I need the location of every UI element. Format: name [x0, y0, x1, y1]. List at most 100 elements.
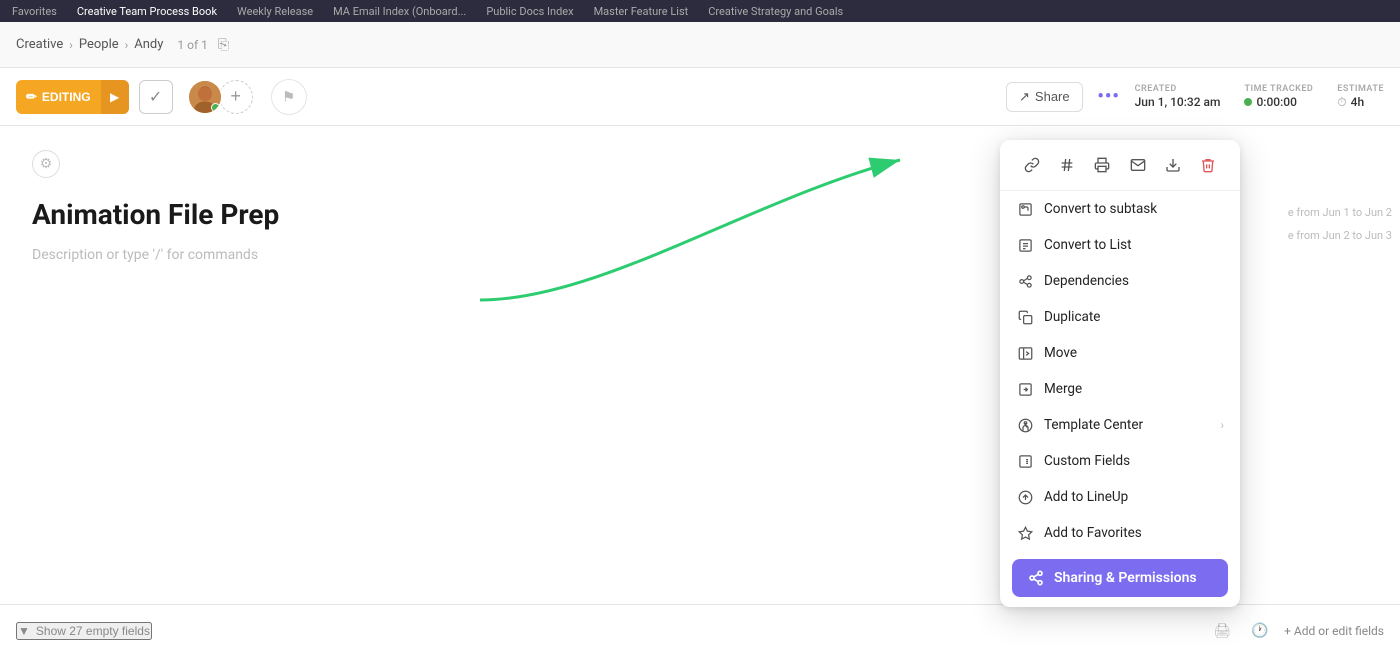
dropdown-icons-row	[1000, 140, 1240, 191]
hash-icon	[1059, 157, 1075, 173]
show-fields-label: Show 27 empty fields	[36, 624, 150, 638]
link-icon-btn[interactable]	[1017, 150, 1047, 180]
dependency-icon	[1016, 272, 1034, 290]
show-fields-arrow: ▼	[18, 624, 30, 638]
editing-label: ✏ EDITING	[16, 89, 101, 105]
created-value: Jun 1, 10:32 am	[1135, 95, 1221, 109]
nav-item-creative-strategy[interactable]: Creative Strategy and Goals	[708, 5, 843, 18]
created-meta: CREATED Jun 1, 10:32 am	[1135, 84, 1221, 109]
custom-fields-icon	[1016, 452, 1034, 470]
download-icon-btn[interactable]	[1158, 150, 1188, 180]
timer-dot	[1244, 98, 1252, 106]
hash-icon-btn[interactable]	[1052, 150, 1082, 180]
side-note-2: e from Jun 2 to Jun 3	[1288, 229, 1400, 242]
favorites-icon	[1016, 524, 1034, 542]
checkmark-icon: ✓	[149, 87, 162, 107]
time-tracked-value: 0:00:00	[1256, 95, 1296, 109]
duplicate-item[interactable]: Duplicate	[1000, 299, 1240, 335]
print-icon-btn-dropdown[interactable]	[1087, 150, 1117, 180]
dependencies-item[interactable]: Dependencies	[1000, 263, 1240, 299]
nav-item-creative-book[interactable]: Creative Team Process Book	[77, 5, 217, 18]
dropdown-menu: Convert to subtask Convert to List Depen…	[1000, 140, 1240, 607]
copy-icon[interactable]: ⎘	[218, 37, 229, 53]
editing-button[interactable]: ✏ EDITING ▶	[16, 80, 129, 114]
merge-item[interactable]: Merge	[1000, 371, 1240, 407]
toolbar-right: ↗ Share ••• CREATED Jun 1, 10:32 am TIME…	[1006, 81, 1384, 113]
trash-icon-btn[interactable]	[1193, 150, 1223, 180]
trash-icon	[1200, 157, 1216, 173]
share-icon: ↗	[1019, 89, 1030, 105]
breadcrumb-creative[interactable]: Creative	[16, 37, 63, 52]
settings-button[interactable]: ⚙	[32, 150, 60, 178]
convert-to-subtask-label: Convert to subtask	[1044, 201, 1157, 217]
breadcrumb-count: 1 of 1	[177, 38, 207, 52]
more-options-button[interactable]: •••	[1093, 81, 1125, 113]
bottom-bar: ▼ Show 27 empty fields 🖨 🕐 + Add or edit…	[0, 604, 1400, 656]
merge-label: Merge	[1044, 381, 1082, 397]
estimate-meta: ESTIMATE ⏱ 4h	[1337, 84, 1384, 110]
avatar-group: +	[187, 79, 253, 115]
sharing-icon	[1028, 570, 1044, 586]
mail-icon-btn[interactable]	[1123, 150, 1153, 180]
online-indicator	[211, 103, 220, 112]
breadcrumb-sep-1: ›	[69, 38, 73, 52]
sharing-permissions-button[interactable]: Sharing & Permissions	[1012, 559, 1228, 597]
time-tracked-meta: TIME TRACKED 0:00:00	[1244, 84, 1313, 109]
template-icon	[1016, 416, 1034, 434]
top-nav: Favorites Creative Team Process Book Wee…	[0, 0, 1400, 22]
template-center-label: Template Center	[1044, 417, 1143, 433]
estimate-value: 4h	[1351, 95, 1365, 109]
share-label: Share	[1035, 89, 1070, 104]
editing-arrow: ▶	[101, 80, 129, 114]
duplicate-label: Duplicate	[1044, 309, 1100, 325]
estimate-icon: ⏱	[1337, 95, 1346, 110]
add-member-icon: +	[230, 86, 241, 107]
nav-item-ma-email[interactable]: MA Email Index (Onboard...	[333, 5, 466, 18]
flag-button[interactable]: ⚑	[271, 79, 307, 115]
template-center-arrow: ›	[1220, 418, 1224, 432]
mail-icon	[1130, 157, 1146, 173]
flag-icon: ⚑	[282, 88, 295, 106]
convert-to-subtask-item[interactable]: Convert to subtask	[1000, 191, 1240, 227]
meta-group: CREATED Jun 1, 10:32 am TIME TRACKED 0:0…	[1135, 84, 1384, 110]
custom-fields-label: Custom Fields	[1044, 453, 1130, 469]
nav-item-master-feature[interactable]: Master Feature List	[594, 5, 689, 18]
checkmark-button[interactable]: ✓	[139, 80, 173, 114]
add-to-favorites-item[interactable]: Add to Favorites	[1000, 515, 1240, 551]
template-center-item[interactable]: Template Center ›	[1000, 407, 1240, 443]
download-icon	[1165, 157, 1181, 173]
custom-fields-item[interactable]: Custom Fields	[1000, 443, 1240, 479]
subtask-icon	[1016, 200, 1034, 218]
breadcrumb-people[interactable]: People	[79, 37, 119, 52]
side-note-1: e from Jun 1 to Jun 2	[1288, 206, 1400, 219]
history-icon-btn[interactable]: 🕐	[1246, 617, 1274, 645]
toolbar: ✏ EDITING ▶ ✓ + ⚑ ↗ Sh	[0, 68, 1400, 126]
time-tracked-value-group: 0:00:00	[1244, 95, 1313, 109]
add-to-lineup-item[interactable]: Add to LineUp	[1000, 479, 1240, 515]
print-icon-btn[interactable]: 🖨	[1208, 617, 1236, 645]
avatar[interactable]	[187, 79, 223, 115]
nav-item-public-docs[interactable]: Public Docs Index	[486, 5, 573, 18]
time-tracked-label: TIME TRACKED	[1244, 84, 1313, 94]
add-to-lineup-label: Add to LineUp	[1044, 489, 1128, 505]
convert-to-list-label: Convert to List	[1044, 237, 1132, 253]
link-icon	[1024, 157, 1040, 173]
nav-item-favorites[interactable]: Favorites	[12, 5, 57, 18]
merge-icon	[1016, 380, 1034, 398]
bottom-right: 🖨 🕐 + Add or edit fields	[1208, 617, 1384, 645]
convert-to-list-item[interactable]: Convert to List	[1000, 227, 1240, 263]
estimate-label: ESTIMATE	[1337, 84, 1384, 94]
add-member-button[interactable]: +	[219, 80, 253, 114]
add-to-favorites-label: Add to Favorites	[1044, 525, 1142, 541]
lineup-icon	[1016, 488, 1034, 506]
sharing-permissions-label: Sharing & Permissions	[1054, 570, 1197, 586]
show-fields-button[interactable]: ▼ Show 27 empty fields	[16, 622, 152, 640]
breadcrumb-andy[interactable]: Andy	[134, 37, 163, 52]
breadcrumb-bar: Creative › People › Andy 1 of 1 ⎘	[0, 22, 1400, 68]
add-fields-button[interactable]: + Add or edit fields	[1284, 624, 1384, 638]
move-item[interactable]: Move	[1000, 335, 1240, 371]
move-label: Move	[1044, 345, 1077, 361]
share-button[interactable]: ↗ Share	[1006, 82, 1083, 112]
nav-item-weekly-release[interactable]: Weekly Release	[237, 5, 313, 18]
dependencies-label: Dependencies	[1044, 273, 1129, 289]
